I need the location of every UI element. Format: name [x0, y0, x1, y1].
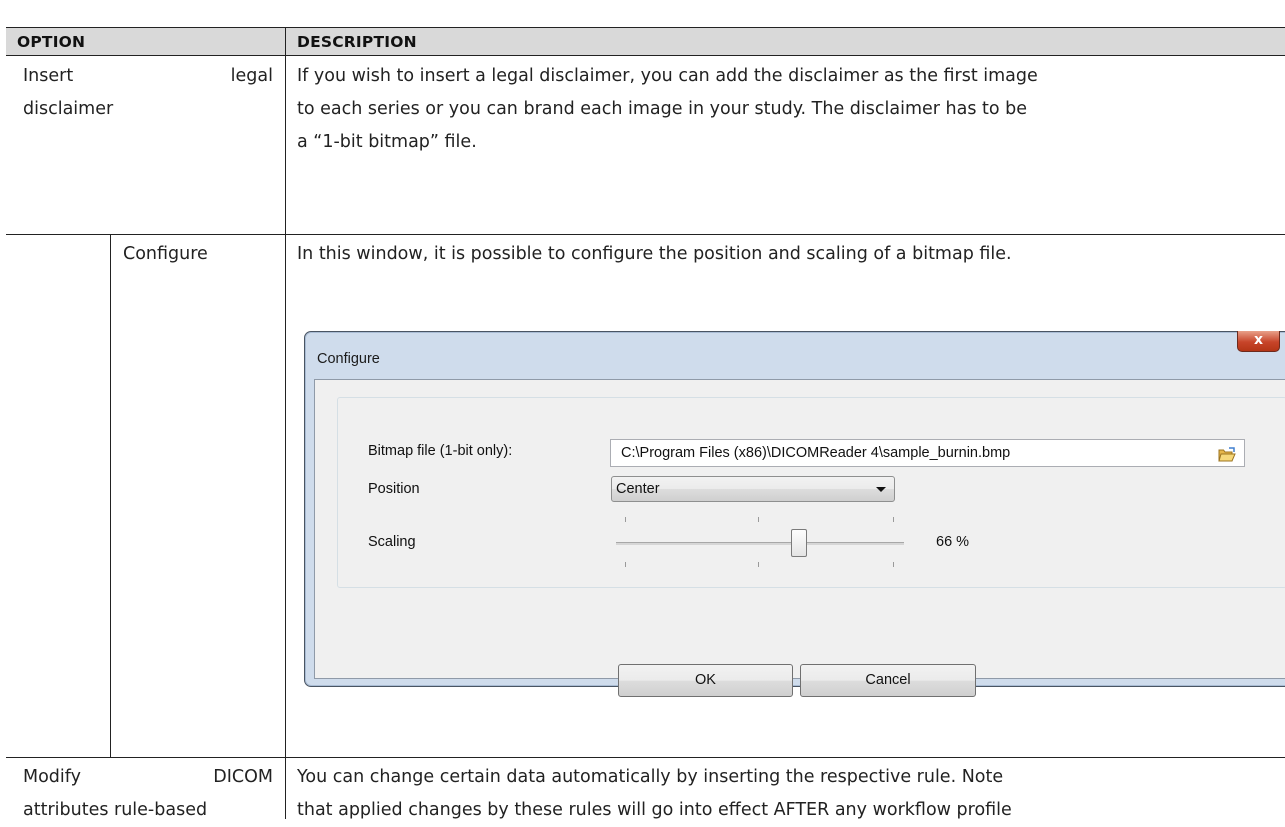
- scaling-value: 66 %: [936, 534, 970, 550]
- header-description: DESCRIPTION: [297, 33, 417, 51]
- row-option-line2: disclaimer: [23, 99, 114, 119]
- document-page: OPTION DESCRIPTION Insert legal disclaime…: [0, 0, 1285, 820]
- scaling-slider-thumb[interactable]: [791, 529, 807, 557]
- header-option: OPTION: [17, 33, 86, 51]
- configure-dialog: Configure x Bitmap file (1-bit only): C:…: [304, 331, 1285, 697]
- row-option-line2: attributes rule-based: [23, 800, 208, 820]
- description-line: that applied changes by these rules will…: [297, 800, 1012, 820]
- dialog-client-area: Bitmap file (1-bit only): C:\Program Fil…: [314, 379, 1285, 697]
- folder-open-icon[interactable]: [1218, 445, 1236, 462]
- cancel-button[interactable]: Cancel: [800, 664, 976, 697]
- description-line: If you wish to insert a legal disclaimer…: [297, 66, 1038, 86]
- row-divider: [6, 757, 1285, 758]
- table-top-border: [6, 27, 1285, 28]
- bitmap-file-label: Bitmap file (1-bit only):: [368, 443, 513, 459]
- row-divider: [6, 234, 1285, 235]
- scaling-label: Scaling: [368, 534, 416, 550]
- slider-tick: [893, 562, 894, 567]
- bitmap-file-input[interactable]: C:\Program Files (x86)\DICOMReader 4\sam…: [610, 439, 1245, 467]
- close-button[interactable]: x: [1237, 331, 1280, 352]
- dialog-title: Configure: [317, 351, 380, 367]
- description-line: In this window, it is possible to config…: [297, 244, 1012, 264]
- header-bottom-border: [6, 55, 1285, 56]
- position-label: Position: [368, 481, 420, 497]
- indent-column-divider: [110, 234, 111, 757]
- row-option-line1: Insert legal: [23, 66, 273, 86]
- description-line: to each series or you can brand each ima…: [297, 99, 1028, 119]
- slider-tick: [758, 517, 759, 522]
- bitmap-file-value: C:\Program Files (x86)\DICOMReader 4\sam…: [621, 445, 1011, 461]
- slider-tick: [893, 517, 894, 522]
- chevron-down-icon: [876, 487, 886, 492]
- row-option-configure: Configure: [123, 244, 208, 264]
- ok-button[interactable]: OK: [618, 664, 793, 697]
- scaling-slider-track[interactable]: [616, 542, 904, 545]
- row-option-line1: Modify DICOM: [23, 767, 273, 787]
- position-value: Center: [616, 481, 660, 497]
- description-line: You can change certain data automaticall…: [297, 767, 1004, 787]
- table-header-background: [6, 28, 1285, 55]
- column-divider: [285, 27, 286, 819]
- slider-tick: [625, 517, 626, 522]
- slider-tick: [758, 562, 759, 567]
- position-dropdown[interactable]: Center: [611, 476, 895, 502]
- description-line: a “1-bit bitmap” file.: [297, 132, 477, 152]
- slider-tick: [625, 562, 626, 567]
